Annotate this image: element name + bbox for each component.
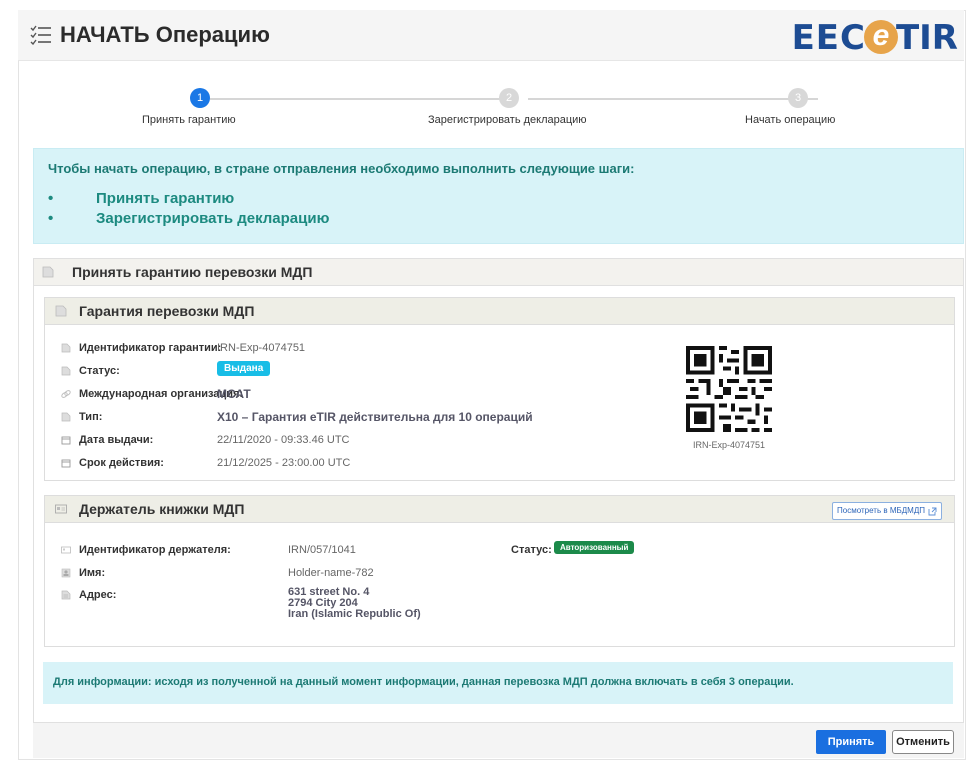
checklist-icon: [30, 25, 51, 45]
step-1-dot: 1: [190, 88, 210, 108]
guarantee-subpanel: Гарантия перевозки МДП Идентификатор гар…: [44, 297, 955, 481]
guarantee-status-label: Статус:: [61, 365, 120, 377]
document-icon: [61, 343, 71, 353]
qr-code-image: [686, 346, 772, 432]
holder-address-value: 631 street No. 4 2794 City 204 Iran (Isl…: [288, 586, 421, 620]
intl-org-label: Международная организация:: [61, 388, 243, 400]
dialog-footer: Принять Отменить: [33, 722, 964, 758]
holder-status-label: Статус:: [511, 544, 552, 556]
holder-header: Держатель книжки МДП Посмотреть в МБДМДП: [45, 496, 954, 523]
step-1-label: Принять гарантию: [142, 114, 236, 126]
user-icon: [61, 568, 71, 578]
title-bar: НАЧАТЬ Операцию EEC e TIR: [18, 10, 964, 61]
holder-name-value: Holder-name-782: [288, 567, 374, 579]
id-card-icon: [61, 546, 71, 554]
list-item: • Принять гарантию: [48, 190, 235, 207]
expiry-date-label: Срок действия:: [61, 457, 164, 469]
progress-stepper: 1 2 3 Принять гарантию Зарегистрировать …: [18, 88, 964, 128]
issue-date-label: Дата выдачи:: [61, 434, 153, 446]
step-connector: [528, 98, 818, 100]
view-in-itdb-button[interactable]: Посмотреть в МБДМДП: [832, 502, 942, 520]
step-3-dot: 3: [788, 88, 808, 108]
guarantee-id-value: IRN-Exp-4074751: [217, 342, 306, 354]
type-value: X10 – Гарантия eTIR действительна для 10…: [217, 410, 533, 424]
info-title: Чтобы начать операцию, в стране отправле…: [48, 161, 635, 176]
document-icon: [55, 305, 67, 317]
step-2-label: Зарегистрировать декларацию: [428, 114, 587, 126]
list-item: • Зарегистрировать декларацию: [48, 210, 330, 227]
step-2-dot: 2: [499, 88, 519, 108]
holder-status-badge: Авторизованный: [554, 541, 635, 554]
link-icon: [61, 390, 71, 398]
page-title: НАЧАТЬ Операцию: [60, 22, 270, 47]
qr-caption: IRN-Exp-4074751: [693, 440, 766, 450]
step-3-label: Начать операцию: [745, 114, 836, 126]
info-steps-list: • Принять гарантию • Зарегистрировать декл…: [48, 189, 329, 229]
holder-name-label: Имя:: [61, 567, 105, 579]
steps-info-box: Чтобы начать операцию, в стране отправле…: [33, 148, 964, 244]
step-connector: [210, 98, 500, 100]
document-icon: [61, 590, 71, 600]
document-icon: [61, 412, 71, 422]
guarantee-id-label: Идентификатор гарантии:: [61, 342, 221, 354]
accept-button[interactable]: Принять: [816, 730, 886, 754]
holder-subpanel: Держатель книжки МДП Посмотреть в МБДМДП…: [44, 495, 955, 647]
calendar-icon: [61, 436, 71, 445]
note-text: Для информации: исходя из полученной на …: [53, 676, 794, 688]
calendar-icon: [61, 459, 71, 468]
holder-id-value: IRN/057/1041: [288, 544, 356, 556]
eec-etir-logo: EEC e TIR: [791, 18, 958, 58]
operations-note: Для информации: исходя из полученной на …: [43, 662, 953, 704]
guarantee-header: Гарантия перевозки МДП: [45, 298, 954, 325]
type-label: Тип:: [61, 411, 102, 423]
expiry-date-value: 21/12/2025 - 23:00.00 UTC: [217, 457, 351, 469]
status-badge: Выдана: [217, 361, 271, 376]
holder-id-label: Идентификатор держателя:: [61, 544, 231, 556]
holder-address-label: Адрес:: [61, 589, 116, 601]
panel-title: Принять гарантию перевозки МДП: [72, 264, 313, 280]
issue-date-value: 22/11/2020 - 09:33.46 UTC: [217, 434, 350, 446]
intl-org-value: МСАТ: [217, 387, 251, 401]
guarantee-title: Гарантия перевозки МДП: [79, 303, 255, 319]
document-icon: [42, 266, 54, 278]
id-card-icon: [55, 504, 67, 514]
panel-header: Принять гарантию перевозки МДП: [34, 259, 963, 286]
document-icon: [61, 366, 71, 376]
cancel-button[interactable]: Отменить: [892, 730, 954, 754]
holder-title: Держатель книжки МДП: [79, 501, 245, 517]
external-link-icon: [928, 507, 937, 515]
